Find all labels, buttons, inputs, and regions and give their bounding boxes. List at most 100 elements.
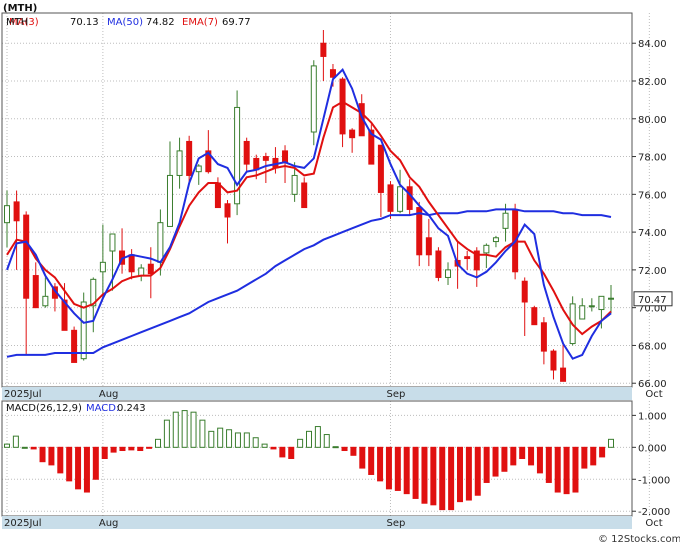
macd-bar <box>306 430 312 448</box>
macd-bar <box>359 446 366 469</box>
macd-bar <box>163 419 170 448</box>
price-tick-label: 78.00 <box>638 153 667 164</box>
x-axis-band-top <box>2 387 632 400</box>
macd-tick-label: 1.000 <box>638 411 667 422</box>
candle-body <box>550 350 557 371</box>
macd-bar <box>492 446 499 477</box>
candle-body <box>464 256 471 260</box>
macd-bar <box>190 411 197 448</box>
macd-tick-label: -2.000 <box>638 507 670 518</box>
candle-body <box>502 212 509 229</box>
macd-bar <box>448 446 455 511</box>
macd-bar <box>217 427 224 448</box>
candle-body <box>483 244 490 254</box>
candle-body <box>166 174 173 227</box>
candle-body <box>186 140 193 176</box>
price-tick-label: 80.00 <box>638 115 667 126</box>
candle-body <box>349 129 356 139</box>
macd-bar <box>572 446 579 493</box>
macd-bar <box>48 446 55 466</box>
candle-body <box>560 367 567 382</box>
macd-bar <box>146 446 153 449</box>
macd-params-label: MACD(26,12,9) <box>6 403 82 414</box>
legend-symbol-prefix: MTH <box>6 17 28 28</box>
legend-ema7-value: 69.77 <box>222 17 251 28</box>
macd-bar <box>421 446 428 504</box>
x-axis-band-bottom <box>2 516 632 529</box>
candle-body <box>387 184 394 212</box>
legend-ma3-value: 70.13 <box>70 17 99 28</box>
macd-bar <box>563 446 570 495</box>
macd-bar <box>545 446 552 483</box>
candle-body <box>4 205 10 224</box>
candle-body <box>224 203 231 218</box>
last-price-value: 70.47 <box>638 295 667 306</box>
price-tick-label: 68.00 <box>638 341 667 352</box>
price-tick-label: 84.00 <box>638 39 667 50</box>
macd-bar <box>323 434 330 448</box>
candle-body <box>608 297 614 300</box>
macd-bar <box>341 446 348 452</box>
macd-bar <box>608 438 614 448</box>
macd-bar <box>288 446 295 460</box>
macd-bar <box>208 430 215 448</box>
macd-bar <box>554 446 561 493</box>
macd-bar <box>234 432 241 448</box>
macd-tick-label: 0.000 <box>638 443 667 454</box>
candle-body <box>291 174 298 195</box>
macd-bar <box>155 438 161 448</box>
candle-body <box>147 263 154 275</box>
candle-body <box>406 186 413 210</box>
candle-body <box>128 254 135 273</box>
macd-bar <box>350 446 357 456</box>
candle-body <box>320 42 327 57</box>
x-tick-label: Sep <box>386 518 405 529</box>
macd-bar <box>536 446 543 474</box>
macd-bar <box>128 446 135 451</box>
macd-bar <box>368 446 375 475</box>
candle-body <box>243 140 250 165</box>
macd-bar <box>439 446 446 511</box>
candle-body <box>176 150 183 176</box>
macd-bar <box>430 446 437 506</box>
watermark: © 12Stocks.com <box>598 534 680 545</box>
candle-body <box>492 237 499 243</box>
candle-body <box>262 156 269 161</box>
macd-bar <box>332 446 339 449</box>
candle-body <box>71 329 78 363</box>
macd-bar <box>394 446 401 491</box>
price-tick-label: 74.00 <box>638 228 667 239</box>
x-tick-label: 2025Jul <box>4 389 42 400</box>
candle-body <box>435 250 442 278</box>
candle-body <box>445 269 452 278</box>
macd-bar <box>528 446 535 466</box>
macd-bar <box>501 446 508 472</box>
stock-chart: (MTH) MA(3) MTH 70.13 MA(50) 74.82 EMA(7… <box>0 0 680 546</box>
macd-bar <box>4 443 10 448</box>
price-tick-label: 82.00 <box>638 77 667 88</box>
macd-bar <box>12 435 19 448</box>
candle-body <box>397 186 404 212</box>
macd-bar <box>137 446 144 452</box>
x-tick-label: 2025Jul <box>4 518 42 529</box>
macd-bar <box>403 446 410 495</box>
candle-body <box>282 150 289 163</box>
candle-body <box>138 267 145 277</box>
candle-body <box>416 207 423 256</box>
price-tick-label: 72.00 <box>638 266 667 277</box>
candle-body <box>157 222 164 263</box>
macd-bar <box>465 446 472 501</box>
candle-body <box>598 295 605 311</box>
macd-bar <box>199 419 206 448</box>
macd-bar <box>270 446 277 450</box>
macd-bar <box>75 446 82 490</box>
macd-bar <box>83 446 90 493</box>
macd-bar <box>66 446 73 482</box>
x-tick-label: Sep <box>386 389 405 400</box>
macd-bar <box>226 429 233 448</box>
macd-bar <box>110 446 117 453</box>
candle-body <box>588 305 595 308</box>
macd-value: 0.243 <box>117 403 146 414</box>
candle-body <box>195 165 202 173</box>
candle-body <box>301 182 308 209</box>
